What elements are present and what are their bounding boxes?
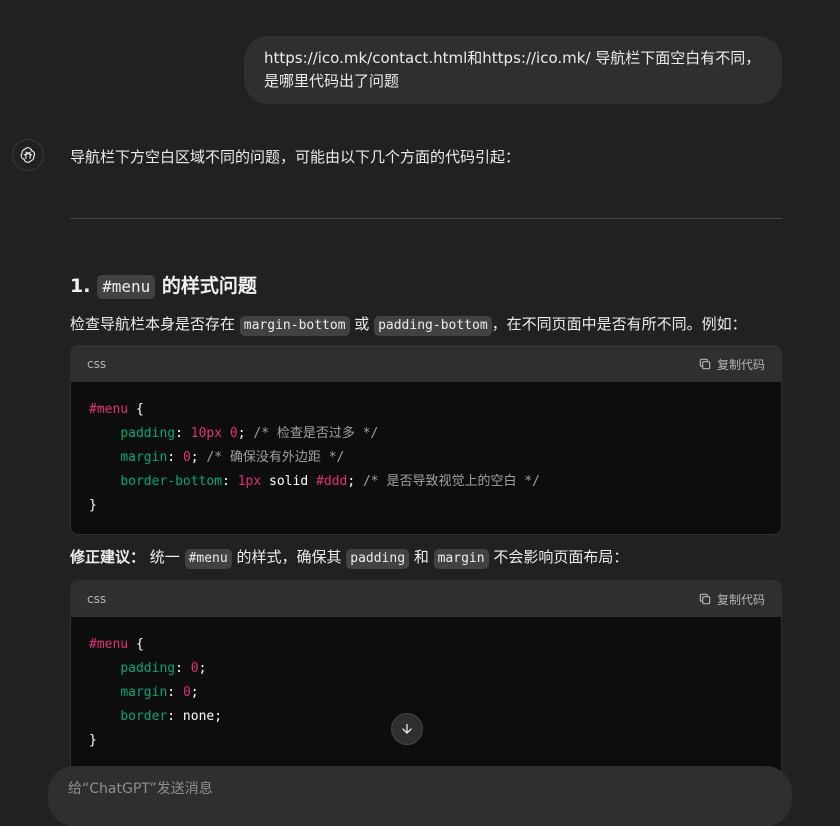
fix-suggestion-paragraph: 修正建议： 统一 #menu 的样式，确保其 padding 和 margin … — [70, 545, 628, 569]
inline-code-margin-bottom: margin-bottom — [239, 316, 350, 336]
code-token: #ddd — [316, 474, 348, 489]
para-text: ，在不同页面中是否有所不同。例如： — [491, 315, 747, 333]
inline-code-padding: padding — [346, 549, 410, 569]
user-message-line-1: https://ico.mk/contact.html和https://ico.… — [264, 49, 761, 67]
code-line: margin: 0; /* 确保没有外边距 */ — [89, 446, 763, 470]
inline-code-padding-bottom: padding-bottom — [374, 316, 492, 336]
code-line: #menu { — [89, 633, 763, 657]
message-composer[interactable]: 给“ChatGPT”发送消息 — [48, 766, 792, 826]
copy-code-button[interactable]: 复制代码 — [698, 591, 765, 608]
code-token: ; — [190, 685, 199, 700]
code-token: border-bottom — [120, 474, 223, 489]
arrow-down-icon — [402, 723, 412, 734]
code-token: border — [120, 709, 168, 724]
heading-inline-code: #menu — [97, 275, 156, 299]
copy-code-label: 复制代码 — [716, 592, 765, 607]
code-token: ; — [198, 661, 207, 676]
code-token: : none; — [167, 709, 223, 724]
code-token: margin — [120, 685, 168, 700]
code-block-1: css 复制代码 #menu { padding: 10px 0; /* 检查是… — [70, 345, 782, 535]
code-header: css 复制代码 — [71, 581, 781, 617]
code-body: #menu { padding: 10px 0; /* 检查是否过多 */ ma… — [71, 382, 781, 534]
copy-icon — [699, 593, 711, 605]
code-token: #menu — [89, 402, 129, 417]
code-line: } — [89, 729, 763, 753]
code-language-label: css — [87, 592, 107, 606]
heading-suffix: 的样式问题 — [155, 275, 257, 297]
assistant-intro: 导航栏下方空白区域不同的问题，可能由以下几个方面的代码引起： — [70, 148, 521, 166]
para-text: 不会影响页面布局： — [488, 548, 629, 566]
divider — [70, 218, 782, 219]
code-line: margin: 0; — [89, 681, 763, 705]
code-token: padding — [120, 426, 176, 441]
code-line: #menu { — [89, 398, 763, 422]
fix-label: 修正建议： — [70, 548, 146, 566]
code-line: border-bottom: 1px solid #ddd; /* 是否导致视觉… — [89, 470, 763, 494]
code-token: 10px 0 — [190, 426, 238, 441]
copy-code-button[interactable]: 复制代码 — [698, 356, 765, 373]
user-message-line-2: 是哪里代码出了问题 — [264, 72, 400, 90]
code-line: } — [89, 494, 763, 518]
section-paragraph: 检查导航栏本身是否存在 margin-bottom 或 padding-bott… — [70, 312, 747, 336]
heading-prefix: 1. — [70, 275, 98, 297]
copy-code-label: 复制代码 — [716, 357, 765, 372]
code-language-label: css — [87, 357, 107, 371]
code-token: padding — [120, 661, 176, 676]
code-token: 0 — [182, 685, 191, 700]
composer-placeholder: 给“ChatGPT”发送消息 — [68, 781, 213, 797]
para-text: 统一 — [145, 548, 185, 566]
inline-code-menu: #menu — [184, 549, 232, 569]
code-token: : — [167, 450, 183, 465]
code-body: #menu { padding: 0; margin: 0; border: n… — [71, 617, 781, 769]
code-token: margin — [120, 450, 168, 465]
code-token: ; — [190, 450, 207, 465]
scroll-to-bottom-button[interactable] — [391, 713, 423, 745]
section-heading: 1. #menu 的样式问题 — [70, 272, 257, 300]
code-header: css 复制代码 — [71, 346, 781, 382]
para-text: 检查导航栏本身是否存在 — [70, 315, 240, 333]
code-token: } — [89, 733, 97, 748]
para-text: 或 — [349, 315, 375, 333]
code-token: } — [89, 498, 97, 513]
code-token: { — [128, 402, 144, 417]
user-message-bubble: https://ico.mk/contact.html和https://ico.… — [244, 36, 782, 104]
code-token: : — [222, 474, 238, 489]
code-token: /* 确保没有外边距 */ — [206, 450, 345, 465]
code-token: /* 检查是否过多 */ — [253, 426, 379, 441]
code-block-2: css 复制代码 #menu { padding: 0; margin: 0; … — [70, 580, 782, 780]
code-token: 0 — [190, 661, 199, 676]
code-token: /* 是否导致视觉上的空白 */ — [362, 474, 540, 489]
code-line: padding: 0; — [89, 657, 763, 681]
code-line: border: none; — [89, 705, 763, 729]
code-token: 1px — [237, 474, 262, 489]
code-token: : — [175, 426, 191, 441]
para-text: 和 — [409, 548, 434, 566]
code-token: { — [128, 637, 144, 652]
inline-code-margin: margin — [433, 549, 489, 569]
code-token: 0 — [182, 450, 191, 465]
code-token: ; — [347, 474, 363, 489]
copy-icon — [699, 358, 711, 370]
assistant-avatar — [12, 139, 44, 171]
code-token: : — [167, 685, 183, 700]
openai-logo-icon — [20, 147, 36, 163]
para-text: 的样式，确保其 — [231, 548, 347, 566]
code-token: #menu — [89, 637, 129, 652]
code-line: padding: 10px 0; /* 检查是否过多 */ — [89, 422, 763, 446]
code-token: : — [175, 661, 191, 676]
code-token: ; — [237, 426, 254, 441]
code-token: solid — [261, 474, 316, 489]
